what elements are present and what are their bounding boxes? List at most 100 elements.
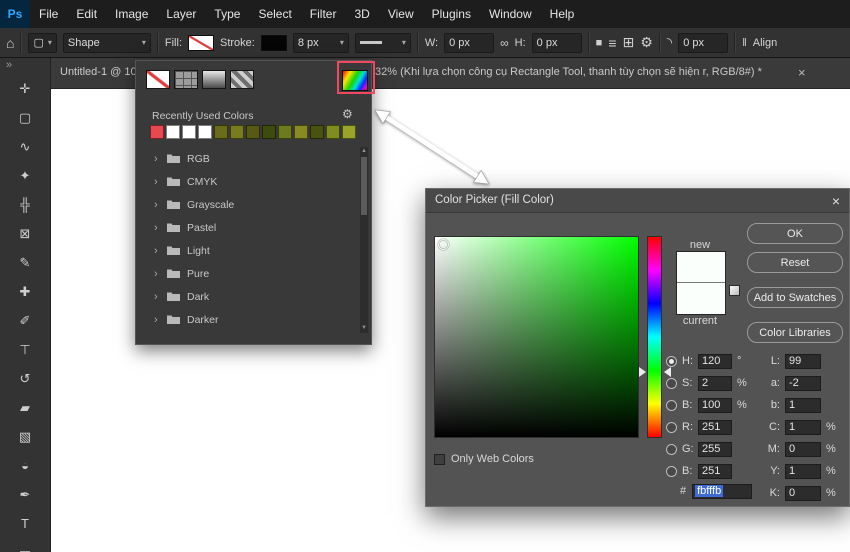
history-brush-tool[interactable]: ↺: [0, 364, 50, 393]
hex-input[interactable]: fbfffb: [692, 483, 753, 499]
rectangular-marquee-tool[interactable]: ▢: [0, 103, 50, 132]
field-value-input[interactable]: 0: [785, 485, 821, 501]
add-to-swatches-button[interactable]: Add to Swatches: [747, 287, 843, 308]
only-web-colors-checkbox[interactable]: [434, 453, 445, 465]
menu-help[interactable]: Help: [541, 0, 584, 28]
hue-slider-arrow-left-icon[interactable]: [639, 367, 646, 377]
color-libraries-button[interactable]: Color Libraries: [747, 322, 843, 343]
field-value-input[interactable]: 120: [698, 353, 732, 369]
frame-tool[interactable]: ⊠: [0, 219, 50, 248]
field-value-input[interactable]: 2: [698, 375, 732, 391]
chevron-right-icon[interactable]: ›: [154, 176, 160, 188]
menu-view[interactable]: View: [379, 0, 423, 28]
field-value-input[interactable]: 100: [698, 397, 732, 413]
color-swatch[interactable]: [166, 125, 180, 139]
blur-tool[interactable]: ◒: [0, 451, 50, 480]
radio-g[interactable]: [666, 443, 677, 455]
path-alignment-icon[interactable]: ≡: [608, 35, 616, 51]
healing-brush-tool[interactable]: ✚: [0, 277, 50, 306]
stroke-color-swatch[interactable]: [260, 34, 287, 51]
color-swatch[interactable]: [278, 125, 292, 139]
radio-h[interactable]: [666, 355, 677, 367]
field-value-input[interactable]: 0: [785, 441, 821, 457]
color-swatch[interactable]: [262, 125, 276, 139]
field-value-input[interactable]: 1: [785, 419, 821, 435]
menu-window[interactable]: Window: [480, 0, 541, 28]
type-tool[interactable]: T: [0, 509, 50, 538]
field-value-input[interactable]: 251: [698, 419, 732, 435]
reset-button[interactable]: Reset: [747, 252, 843, 273]
gradient-tool[interactable]: ▧: [0, 422, 50, 451]
collapse-panel-icon[interactable]: »: [0, 58, 50, 74]
menu-select[interactable]: Select: [249, 0, 300, 28]
shape-width-input[interactable]: 0 px: [444, 32, 495, 53]
fill-color-swatch[interactable]: [188, 34, 214, 51]
color-swatch[interactable]: [294, 125, 308, 139]
gear-icon[interactable]: ⚙: [640, 34, 653, 51]
tool-mode-dropdown[interactable]: Shape ▾: [62, 32, 151, 53]
chevron-right-icon[interactable]: ›: [154, 314, 160, 326]
chevron-right-icon[interactable]: ›: [154, 291, 160, 303]
corner-radius-input[interactable]: 0 px: [678, 32, 729, 53]
no-color-icon[interactable]: [146, 70, 170, 89]
solid-color-icon[interactable]: [174, 70, 198, 89]
clone-stamp-tool[interactable]: ⊤: [0, 335, 50, 364]
menu-3d[interactable]: 3D: [345, 0, 378, 28]
menu-filter[interactable]: Filter: [301, 0, 346, 28]
chevron-right-icon[interactable]: ›: [154, 222, 160, 234]
tool-preset-picker[interactable]: ▢ ▾: [28, 32, 57, 53]
rectangle-tool[interactable]: ▭: [0, 538, 50, 552]
menu-layer[interactable]: Layer: [157, 0, 205, 28]
color-field-marker[interactable]: [438, 239, 449, 250]
ok-button[interactable]: OK: [747, 223, 843, 244]
menu-file[interactable]: File: [30, 0, 67, 28]
menu-type[interactable]: Type: [205, 0, 249, 28]
field-value-input[interactable]: 251: [698, 463, 732, 479]
eyedropper-tool[interactable]: ✎: [0, 248, 50, 277]
radio-b[interactable]: [666, 399, 677, 411]
stroke-style-dropdown[interactable]: ▾: [354, 32, 411, 53]
color-swatch[interactable]: [246, 125, 260, 139]
home-icon[interactable]: ⌂: [6, 35, 14, 51]
shape-height-input[interactable]: 0 px: [531, 32, 582, 53]
color-swatch[interactable]: [182, 125, 196, 139]
stroke-width-field[interactable]: 8 px ▾: [292, 32, 349, 53]
scroll-down-icon[interactable]: ▼: [360, 324, 368, 333]
color-swatch[interactable]: [230, 125, 244, 139]
gradient-fill-icon[interactable]: [202, 70, 226, 89]
color-swatch[interactable]: [214, 125, 228, 139]
chevron-right-icon[interactable]: ›: [154, 268, 160, 280]
gear-icon[interactable]: ⚙: [342, 107, 353, 121]
saturation-brightness-field[interactable]: [434, 236, 639, 438]
pen-tool[interactable]: ✒: [0, 480, 50, 509]
color-swatch[interactable]: [198, 125, 212, 139]
color-swatch[interactable]: [150, 125, 164, 139]
crop-tool[interactable]: ╬: [0, 190, 50, 219]
eraser-tool[interactable]: ▰: [0, 393, 50, 422]
field-value-input[interactable]: 1: [785, 397, 821, 413]
field-value-input[interactable]: 1: [785, 463, 821, 479]
close-icon[interactable]: ×: [832, 193, 840, 209]
field-value-input[interactable]: 255: [698, 441, 732, 457]
radio-s[interactable]: [666, 377, 677, 389]
color-swatch[interactable]: [326, 125, 340, 139]
link-dimensions-icon[interactable]: ∞: [500, 36, 509, 50]
lasso-tool[interactable]: ∿: [0, 132, 50, 161]
field-value-input[interactable]: -2: [785, 375, 821, 391]
folder-pure[interactable]: › Pure: [136, 262, 358, 285]
color-swatch[interactable]: [342, 125, 356, 139]
menu-plugins[interactable]: Plugins: [423, 0, 480, 28]
radio-b[interactable]: [666, 465, 677, 477]
path-arrangement-icon[interactable]: ⊞: [623, 34, 635, 51]
brush-tool[interactable]: ✐: [0, 306, 50, 335]
tab-close-icon[interactable]: ×: [798, 65, 806, 80]
folder-rgb[interactable]: › RGB: [136, 147, 358, 170]
align-label[interactable]: Align: [753, 37, 777, 49]
web-safe-cube-icon[interactable]: [729, 285, 740, 296]
photoshop-logo-icon[interactable]: Ps: [0, 0, 30, 28]
pattern-fill-icon[interactable]: [230, 70, 254, 89]
object-selection-tool[interactable]: ✦: [0, 161, 50, 190]
menu-image[interactable]: Image: [106, 0, 157, 28]
document-tab[interactable]: Untitled-1 @ 10: [60, 66, 137, 78]
folder-pastel[interactable]: › Pastel: [136, 216, 358, 239]
